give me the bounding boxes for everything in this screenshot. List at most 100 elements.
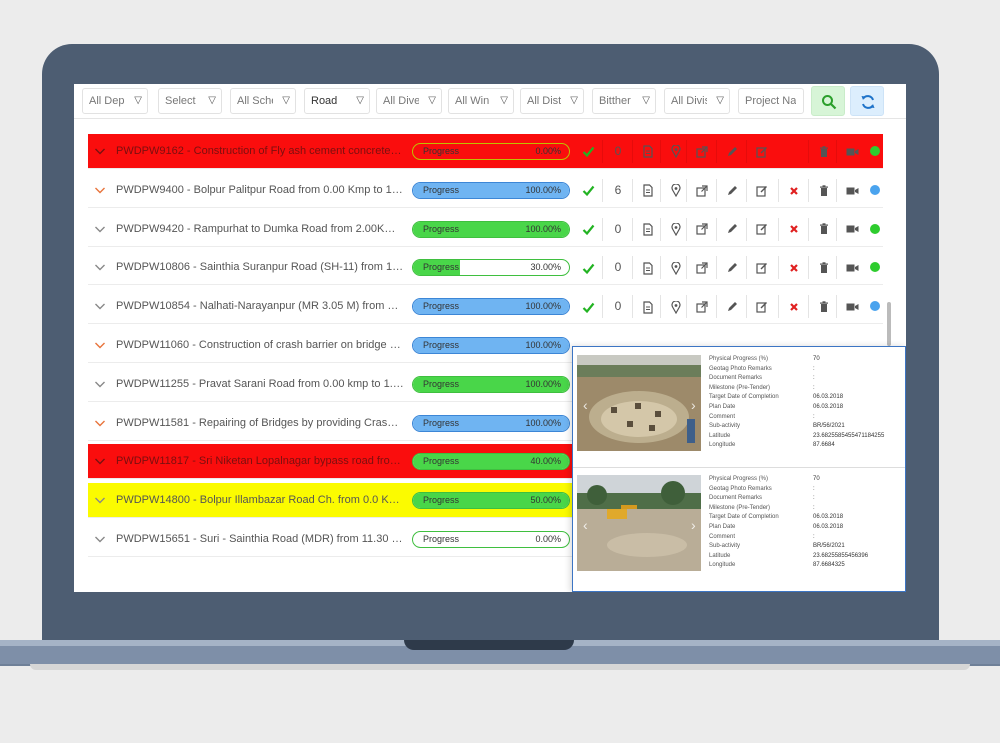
project-row[interactable]: PWDPW9162 - Construction of Fly ash ceme… bbox=[88, 134, 883, 169]
trash-icon[interactable] bbox=[810, 173, 838, 208]
edit-form-icon[interactable] bbox=[748, 212, 776, 247]
trash-icon[interactable] bbox=[810, 250, 838, 285]
pencil-icon[interactable] bbox=[718, 212, 746, 247]
scheme-filter[interactable]: All Sche ▽ bbox=[230, 88, 296, 114]
video-camera-icon[interactable] bbox=[838, 134, 866, 169]
chevron-down-icon: ▽ bbox=[642, 95, 650, 106]
edit-form-icon[interactable] bbox=[748, 289, 776, 324]
document-icon[interactable] bbox=[634, 250, 662, 285]
field-key: Comment bbox=[709, 533, 736, 540]
check-icon bbox=[574, 250, 602, 285]
chevron-down-icon: ▽ bbox=[428, 95, 436, 106]
chevron-down-icon[interactable] bbox=[94, 222, 106, 234]
video-camera-icon[interactable] bbox=[838, 250, 866, 285]
project-title[interactable]: PWDPW9162 - Construction of Fly ash ceme… bbox=[116, 134, 404, 169]
refresh-button[interactable] bbox=[850, 86, 884, 116]
progress-bar: Progress 0.00% bbox=[412, 143, 570, 160]
project-title[interactable]: PWDPW14800 - Bolpur Illambazar Road Ch. … bbox=[116, 483, 404, 518]
project-name-input[interactable]: Project Na bbox=[738, 88, 804, 114]
close-icon[interactable] bbox=[780, 250, 808, 285]
project-title[interactable]: PWDPW11060 - Construction of crash barri… bbox=[116, 328, 404, 363]
external-link-icon[interactable] bbox=[688, 289, 716, 324]
site-photo[interactable]: ‹ › bbox=[577, 475, 701, 571]
external-link-icon[interactable] bbox=[688, 173, 716, 208]
video-camera-icon[interactable] bbox=[838, 173, 866, 208]
document-icon[interactable] bbox=[634, 289, 662, 324]
pencil-icon[interactable] bbox=[718, 134, 746, 169]
next-photo-icon[interactable]: › bbox=[691, 517, 696, 533]
external-link-icon[interactable] bbox=[688, 134, 716, 169]
district-filter[interactable]: All Dist ▽ bbox=[520, 88, 584, 114]
chevron-down-icon[interactable] bbox=[94, 260, 106, 272]
project-title[interactable]: PWDPW9420 - Rampurhat to Dumka Road from… bbox=[116, 212, 404, 247]
project-row[interactable]: PWDPW9400 - Bolpur Palitpur Road from 0.… bbox=[88, 173, 883, 208]
chevron-down-icon[interactable] bbox=[94, 493, 106, 505]
project-row[interactable]: PWDPW9420 - Rampurhat to Dumka Road from… bbox=[88, 212, 883, 247]
trash-icon[interactable] bbox=[810, 212, 838, 247]
edit-form-icon[interactable] bbox=[748, 173, 776, 208]
wing-filter[interactable]: All Win ▽ bbox=[448, 88, 514, 114]
trash-icon[interactable] bbox=[810, 134, 838, 169]
road-filter[interactable]: Road ▽ bbox=[304, 88, 370, 114]
document-icon[interactable] bbox=[634, 173, 662, 208]
trash-icon[interactable] bbox=[810, 289, 838, 324]
column-divider bbox=[660, 140, 661, 163]
next-photo-icon[interactable]: › bbox=[691, 397, 696, 413]
previous-photo-icon[interactable]: ‹ bbox=[583, 517, 588, 533]
chevron-down-icon[interactable] bbox=[94, 532, 106, 544]
chevron-down-icon: ▽ bbox=[570, 95, 578, 106]
document-icon[interactable] bbox=[634, 212, 662, 247]
close-icon[interactable] bbox=[780, 173, 808, 208]
project-row[interactable]: PWDPW10854 - Nalhati-Narayanpur (MR 3.05… bbox=[88, 289, 883, 325]
field-key: Plan Date bbox=[709, 523, 736, 530]
edit-form-icon[interactable] bbox=[748, 250, 776, 285]
project-title[interactable]: PWDPW9400 - Bolpur Palitpur Road from 0.… bbox=[116, 173, 404, 208]
pencil-icon[interactable] bbox=[718, 173, 746, 208]
progress-label: Progress bbox=[423, 417, 460, 428]
project-title[interactable]: PWDPW11817 - Sri Niketan Lopalnagar bypa… bbox=[116, 444, 404, 479]
progress-value: 100.00% bbox=[525, 417, 561, 428]
project-title[interactable]: PWDPW15651 - Suri - Sainthia Road (MDR) … bbox=[116, 522, 404, 557]
site-photo[interactable]: ‹ › bbox=[577, 355, 701, 451]
division-filter[interactable]: All Dive ▽ bbox=[376, 88, 442, 114]
project-row[interactable]: PWDPW10806 - Sainthia Suranpur Road (SH-… bbox=[88, 250, 883, 286]
pencil-icon[interactable] bbox=[718, 289, 746, 324]
chevron-down-icon[interactable] bbox=[94, 299, 106, 311]
document-icon[interactable] bbox=[634, 134, 662, 169]
list-scrollbar[interactable] bbox=[887, 302, 891, 346]
chevron-down-icon[interactable] bbox=[94, 454, 106, 466]
external-link-icon[interactable] bbox=[688, 212, 716, 247]
chevron-down-icon[interactable] bbox=[94, 183, 106, 195]
close-icon[interactable] bbox=[780, 289, 808, 324]
progress-value: 50.00% bbox=[530, 495, 561, 506]
project-title[interactable]: PWDPW11581 - Repairing of Bridges by pro… bbox=[116, 406, 404, 441]
pencil-icon[interactable] bbox=[718, 250, 746, 285]
geotag-field: Sub-activity BR/56/2021 bbox=[709, 422, 903, 432]
department-filter[interactable]: All Depa ▽ bbox=[82, 88, 148, 114]
column-divider bbox=[686, 295, 687, 319]
video-camera-icon[interactable] bbox=[838, 289, 866, 324]
column-divider bbox=[686, 217, 687, 241]
subdivision-filter[interactable]: All Divis ▽ bbox=[664, 88, 730, 114]
geotag-field: Longitude 87.6684 bbox=[709, 441, 903, 451]
field-key: Target Date of Completion bbox=[709, 514, 779, 521]
chevron-down-icon[interactable] bbox=[94, 377, 106, 389]
previous-photo-icon[interactable]: ‹ bbox=[583, 397, 588, 413]
video-camera-icon[interactable] bbox=[838, 212, 866, 247]
select-filter[interactable]: Select ▽ bbox=[158, 88, 222, 114]
chevron-down-icon[interactable] bbox=[94, 416, 106, 428]
project-title[interactable]: PWDPW11255 - Pravat Sarani Road from 0.0… bbox=[116, 367, 404, 402]
project-title[interactable]: PWDPW10854 - Nalhati-Narayanpur (MR 3.05… bbox=[116, 289, 404, 324]
search-button[interactable] bbox=[811, 86, 845, 116]
geotag-field: Plan Date 06.03.2018 bbox=[709, 523, 903, 533]
chevron-down-icon[interactable] bbox=[94, 144, 106, 156]
project-title[interactable]: PWDPW10806 - Sainthia Suranpur Road (SH-… bbox=[116, 250, 404, 285]
progress-bar: Progress 100.00% bbox=[412, 298, 570, 316]
external-link-icon[interactable] bbox=[688, 250, 716, 285]
column-divider bbox=[602, 217, 603, 241]
edit-form-icon[interactable] bbox=[748, 134, 776, 169]
chevron-down-icon[interactable] bbox=[94, 338, 106, 350]
birbhum-filter[interactable]: Bitther ▽ bbox=[592, 88, 656, 114]
close-icon[interactable] bbox=[780, 212, 808, 247]
geotag-field: Latitude 23.68255855456396 bbox=[709, 552, 903, 562]
